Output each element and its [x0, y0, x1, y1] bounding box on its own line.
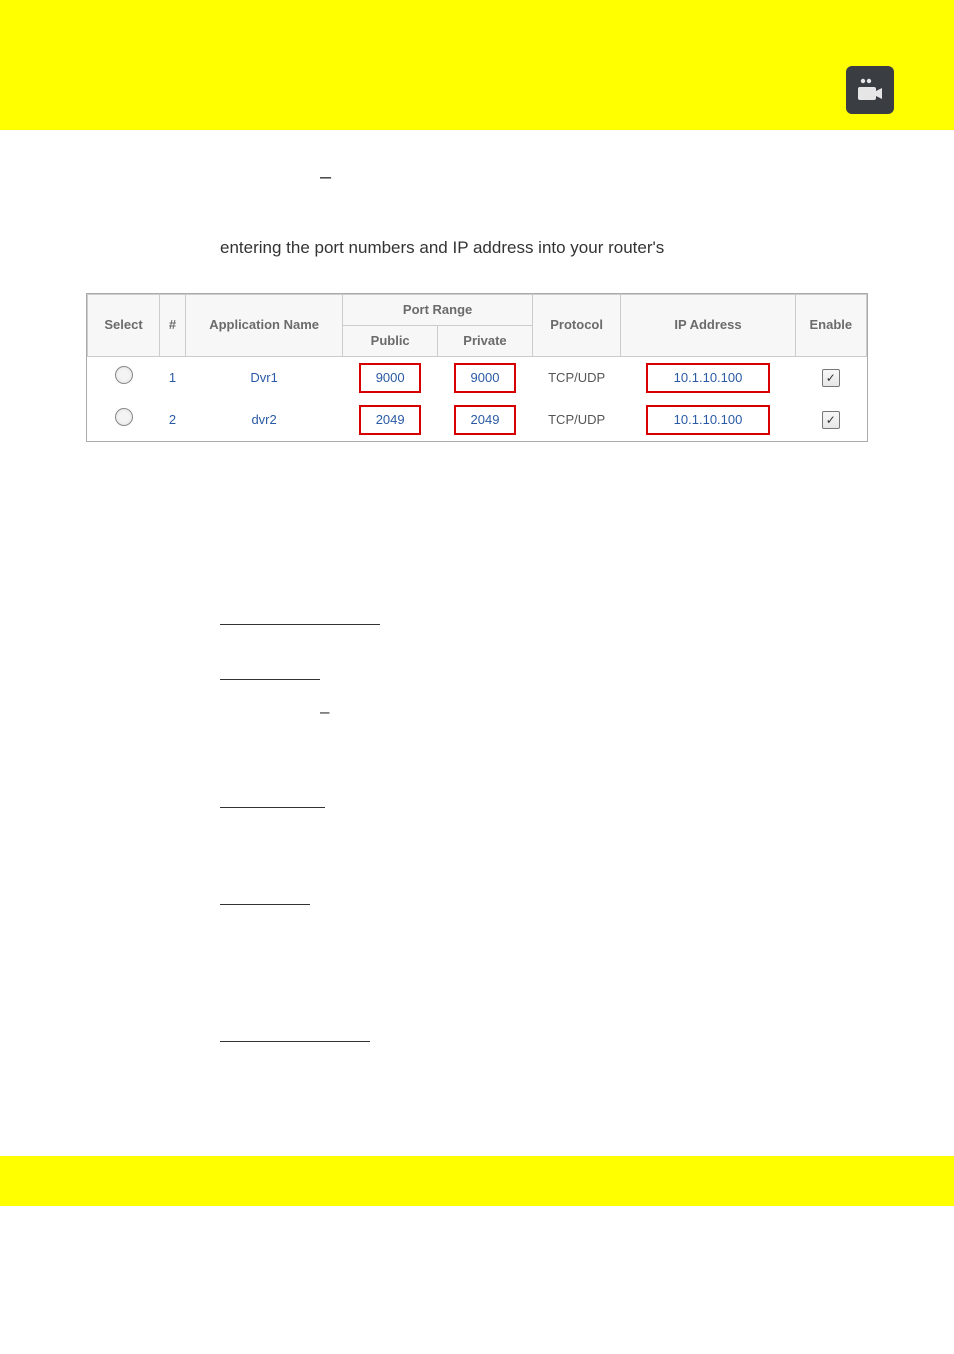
- cell-app: Dvr1: [185, 357, 342, 400]
- th-enable: Enable: [795, 294, 866, 356]
- cell-protocol: TCP/UDP: [532, 357, 621, 400]
- dash-line: –: [320, 160, 874, 194]
- checkbox-enable[interactable]: ✓: [822, 369, 840, 387]
- separator-dash: –: [320, 698, 874, 727]
- link-list: –: [220, 482, 874, 1051]
- icon-bar: [0, 50, 954, 130]
- th-public: Public: [343, 325, 438, 356]
- th-select: Select: [88, 294, 160, 356]
- cell-public-port: 2049: [359, 405, 421, 435]
- cell-protocol: TCP/UDP: [532, 399, 621, 441]
- table-row: 2 dvr2 2049 2049 TCP/UDP 10.1.10.100 ✓: [88, 399, 867, 441]
- cell-private-port: 9000: [454, 363, 516, 393]
- cell-num: 1: [160, 357, 186, 400]
- intro-paragraph: entering the port numbers and IP address…: [220, 234, 874, 263]
- th-app: Application Name: [185, 294, 342, 356]
- underline-link-4[interactable]: [220, 904, 310, 905]
- cell-ip: 10.1.10.100: [646, 405, 770, 435]
- top-yellow-bar: [0, 0, 954, 50]
- th-portrange: Port Range: [343, 294, 533, 325]
- th-ip: IP Address: [621, 294, 795, 356]
- camera-icon: [846, 66, 894, 114]
- cell-ip: 10.1.10.100: [646, 363, 770, 393]
- underline-link-5[interactable]: [220, 1041, 370, 1042]
- underline-link-3[interactable]: [220, 807, 325, 808]
- bottom-yellow-bar: [0, 1156, 954, 1206]
- cell-private-port: 2049: [454, 405, 516, 435]
- underline-link-1[interactable]: [220, 624, 380, 625]
- radio-icon[interactable]: [115, 408, 133, 426]
- cell-num: 2: [160, 399, 186, 441]
- radio-icon[interactable]: [115, 366, 133, 384]
- router-port-table: Select # Application Name Port Range Pro…: [86, 293, 868, 442]
- content-area: – entering the port numbers and IP addre…: [0, 130, 954, 1096]
- th-num: #: [160, 294, 186, 356]
- underline-link-2[interactable]: [220, 679, 320, 680]
- table-row: 1 Dvr1 9000 9000 TCP/UDP 10.1.10.100 ✓: [88, 357, 867, 400]
- cell-public-port: 9000: [359, 363, 421, 393]
- checkbox-enable[interactable]: ✓: [822, 411, 840, 429]
- cell-app: dvr2: [185, 399, 342, 441]
- th-protocol: Protocol: [532, 294, 621, 356]
- th-private: Private: [438, 325, 533, 356]
